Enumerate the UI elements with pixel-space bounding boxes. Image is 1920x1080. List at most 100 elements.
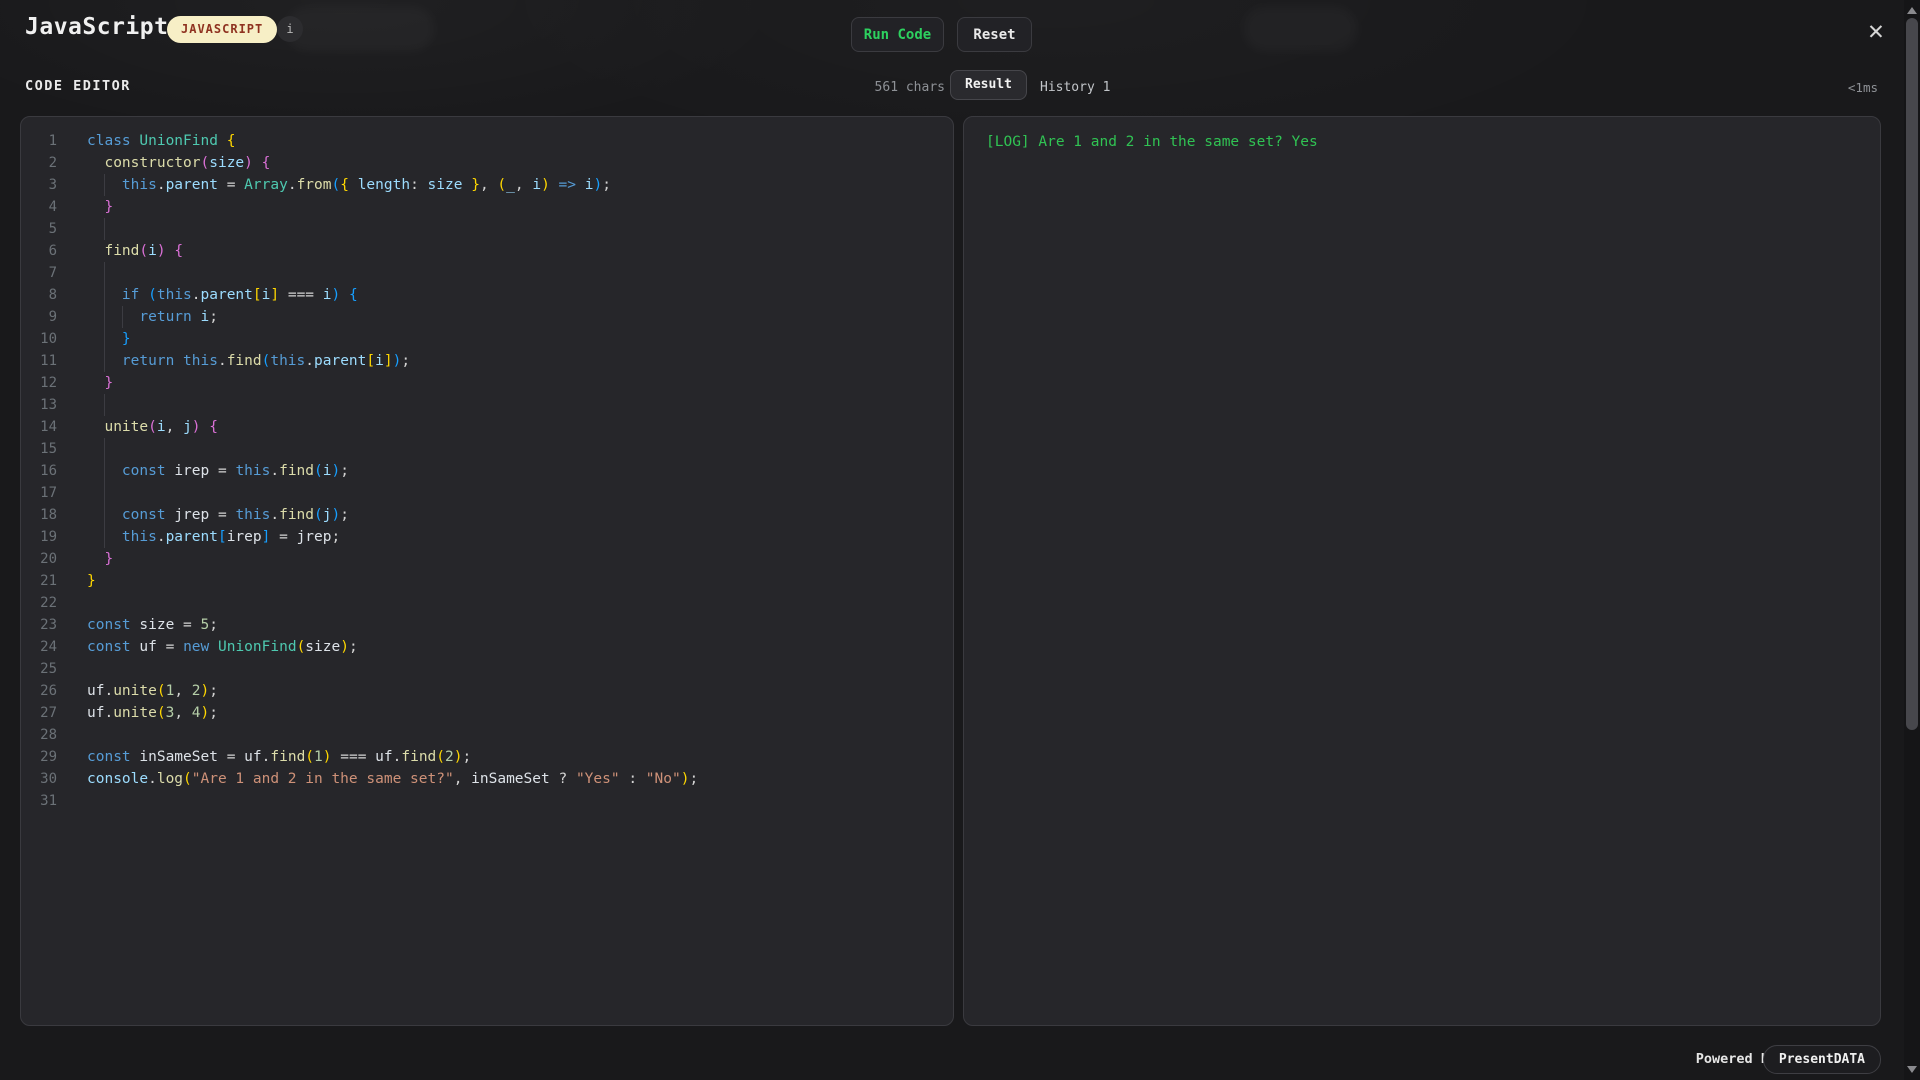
line-number: 11: [40, 353, 57, 369]
indent-guide: [104, 526, 106, 548]
code-line[interactable]: 17: [21, 482, 953, 504]
code-line[interactable]: 4 }: [21, 196, 953, 218]
line-number: 31: [40, 793, 57, 809]
tab-history[interactable]: History 1: [1040, 80, 1110, 95]
code-text: const size = 5;: [87, 617, 218, 633]
line-number: 18: [40, 507, 57, 523]
code-text: [87, 262, 953, 284]
line-number: 22: [40, 595, 57, 611]
line-number: 27: [40, 705, 57, 721]
line-number: 12: [40, 375, 57, 391]
code-text: find(i) {: [104, 243, 184, 259]
code-text: this.parent = Array.from({ length: size …: [87, 174, 953, 196]
code-line[interactable]: 7: [21, 262, 953, 284]
indent-guide: [104, 218, 106, 240]
code-text: this.parent[irep] = jrep;: [87, 526, 953, 548]
code-line[interactable]: 22: [21, 592, 953, 614]
code-text: const inSameSet = uf.find(1) === uf.find…: [87, 749, 472, 765]
code-editor-panel[interactable]: 1 class UnionFind {2 constructor(size) {3…: [20, 116, 954, 1026]
code-line[interactable]: 9 return i;: [21, 306, 953, 328]
scroll-down-arrow-icon[interactable]: [1907, 1066, 1917, 1073]
code-line[interactable]: 1 class UnionFind {: [21, 130, 953, 152]
code-line[interactable]: 10 }: [21, 328, 953, 350]
code-line[interactable]: 18 const jrep = this.find(j);: [21, 504, 953, 526]
line-number: 13: [40, 397, 57, 413]
code-lines: 1 class UnionFind {2 constructor(size) {3…: [21, 130, 953, 812]
code-line[interactable]: 26 uf.unite(1, 2);: [21, 680, 953, 702]
code-line[interactable]: 16 const irep = this.find(i);: [21, 460, 953, 482]
scrollbar-thumb[interactable]: [1906, 18, 1918, 730]
run-code-button[interactable]: Run Code: [851, 17, 944, 52]
code-text: }: [104, 551, 114, 567]
code-line[interactable]: 31: [21, 790, 953, 812]
code-line[interactable]: 24 const uf = new UnionFind(size);: [21, 636, 953, 658]
code-line[interactable]: 21}: [21, 570, 953, 592]
code-editor-modal: JavaScript JAVASCRIPT i Run Code Reset ✕…: [0, 0, 1920, 1080]
code-text: uf.unite(3, 4);: [87, 705, 218, 721]
code-line[interactable]: 8 if (this.parent[i] === i) {: [21, 284, 953, 306]
console-log-entry: [LOG] Are 1 and 2 in the same set? Yes: [986, 134, 1318, 150]
indent-guide: [104, 460, 106, 482]
code-line[interactable]: 6 find(i) {: [21, 240, 953, 262]
indent-guide: [104, 438, 106, 460]
line-number: 24: [40, 639, 57, 655]
code-text: return this.find(this.parent[i]);: [87, 350, 953, 372]
line-number: 28: [40, 727, 57, 743]
code-text: return i;: [87, 306, 953, 328]
line-number: 25: [40, 661, 57, 677]
page-title: JavaScript: [25, 14, 169, 40]
line-number: 6: [48, 243, 57, 259]
indent-guide: [104, 328, 106, 350]
code-line[interactable]: 25: [21, 658, 953, 680]
line-number: 4: [48, 199, 57, 215]
tab-result[interactable]: Result: [950, 70, 1027, 100]
code-text: class UnionFind {: [87, 133, 236, 149]
indent-guide: [104, 262, 106, 284]
code-line[interactable]: 2 constructor(size) {: [21, 152, 953, 174]
indent-guide: [104, 174, 106, 196]
code-line[interactable]: 29 const inSameSet = uf.find(1) === uf.fi…: [21, 746, 953, 768]
info-icon[interactable]: i: [277, 16, 303, 42]
line-number: 21: [40, 573, 57, 589]
code-text: }: [104, 375, 114, 391]
code-line[interactable]: 23 const size = 5;: [21, 614, 953, 636]
indent-guide: [104, 482, 106, 504]
code-text: }: [87, 573, 96, 589]
indent-guide: [104, 504, 106, 526]
line-number: 16: [40, 463, 57, 479]
code-editor-label: CODE EDITOR: [25, 78, 131, 94]
result-panel[interactable]: [LOG] Are 1 and 2 in the same set? Yes: [963, 116, 1881, 1026]
code-line[interactable]: 20 }: [21, 548, 953, 570]
line-number: 10: [40, 331, 57, 347]
code-line[interactable]: 19 this.parent[irep] = jrep;: [21, 526, 953, 548]
code-line[interactable]: 27 uf.unite(3, 4);: [21, 702, 953, 724]
line-number: 2: [48, 155, 57, 171]
reset-button[interactable]: Reset: [957, 17, 1032, 52]
code-line[interactable]: 13: [21, 394, 953, 416]
code-text: unite(i, j) {: [104, 419, 218, 435]
brand-badge[interactable]: PresentDATA: [1762, 1045, 1881, 1074]
line-number: 23: [40, 617, 57, 633]
line-number: 26: [40, 683, 57, 699]
scroll-up-arrow-icon[interactable]: [1907, 7, 1917, 14]
code-line[interactable]: 11 return this.find(this.parent[i]);: [21, 350, 953, 372]
line-number: 5: [48, 221, 57, 237]
code-line[interactable]: 15: [21, 438, 953, 460]
line-number: 1: [48, 133, 57, 149]
background-blob: [1243, 6, 1358, 52]
code-line[interactable]: 12 }: [21, 372, 953, 394]
code-line[interactable]: 3 this.parent = Array.from({ length: siz…: [21, 174, 953, 196]
indent-guide: [104, 284, 106, 306]
code-line[interactable]: 14 unite(i, j) {: [21, 416, 953, 438]
code-line[interactable]: 30 console.log("Are 1 and 2 in the same s…: [21, 768, 953, 790]
code-text: }: [104, 199, 114, 215]
line-number: 17: [40, 485, 57, 501]
line-number: 15: [40, 441, 57, 457]
code-line[interactable]: 5: [21, 218, 953, 240]
close-icon[interactable]: ✕: [1858, 12, 1894, 48]
indent-guide: [121, 306, 123, 328]
code-line[interactable]: 28: [21, 724, 953, 746]
background-blob: [285, 6, 435, 52]
indent-guide: [104, 394, 106, 416]
